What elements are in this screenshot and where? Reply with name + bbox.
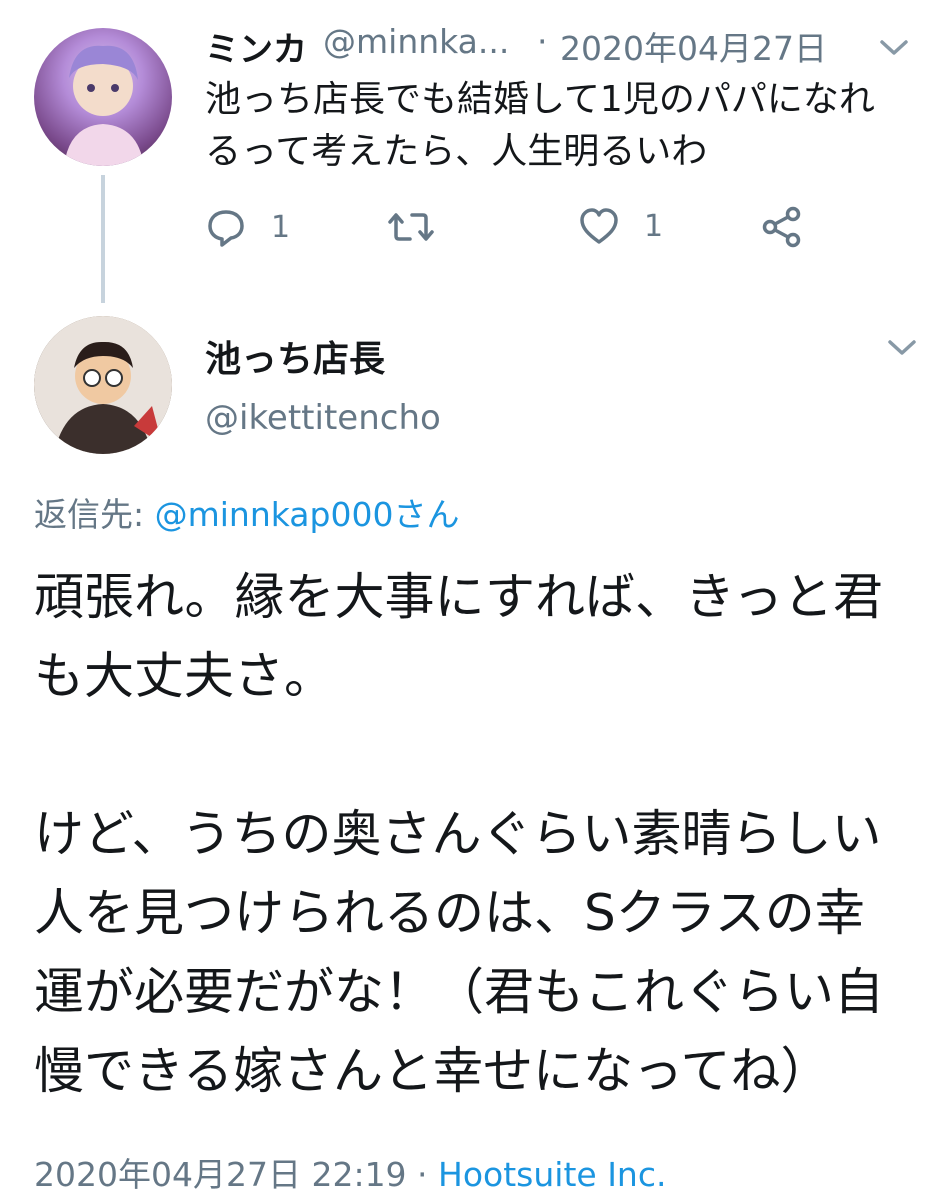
- user-avatar-icon: [34, 316, 172, 454]
- avatar-minka[interactable]: [34, 28, 172, 166]
- tweet-author-handle[interactable]: @ikettitencho: [205, 398, 441, 438]
- reply-count: 1: [271, 209, 291, 245]
- retweet-icon: [388, 213, 434, 241]
- avatar-ikettitencho[interactable]: [34, 316, 172, 454]
- thread-connector: [101, 175, 105, 303]
- tweet-date[interactable]: 2020年04月27日: [560, 22, 827, 70]
- tweet-author-handle[interactable]: @minnka...: [323, 22, 509, 61]
- tweet-footer: 2020年04月27日 22:19 · Hootsuite Inc.: [34, 1148, 666, 1196]
- tweet-body: 頑張れ。縁を大事にすれば、きっと君も大丈夫さ。 けど、うちの奥さんぐらい素晴らし…: [34, 568, 884, 1100]
- tweet-timestamp[interactable]: 2020年04月27日 22:19: [34, 1155, 407, 1194]
- reply-to-label: 返信先:: [34, 495, 155, 534]
- heart-icon: [580, 208, 618, 244]
- reply-to-mention-link[interactable]: @minnkap000さん: [155, 495, 460, 534]
- reply-icon: [208, 210, 244, 247]
- footer-separator: ·: [406, 1155, 439, 1194]
- meta-separator: ·: [537, 22, 548, 61]
- reply-button[interactable]: 1: [205, 206, 290, 248]
- share-button[interactable]: [760, 206, 804, 248]
- like-button[interactable]: 1: [578, 206, 663, 246]
- chevron-down-icon[interactable]: [876, 36, 912, 60]
- retweet-button[interactable]: [388, 206, 458, 248]
- chevron-down-icon[interactable]: [884, 336, 920, 360]
- user-avatar-icon: [64, 45, 144, 166]
- share-icon: [762, 206, 801, 248]
- tweet-source-link[interactable]: Hootsuite Inc.: [438, 1155, 666, 1194]
- like-count: 1: [644, 208, 664, 244]
- tweet-text: 池っち店長でも結婚して1児のパパになれるって考えたら、人生明るいわ: [205, 79, 875, 172]
- reply-to-line: 返信先: @minnkap000さん: [34, 488, 459, 536]
- tweet-author-name[interactable]: ミンカ: [205, 22, 307, 71]
- tweet-author-name[interactable]: 池っち店長: [205, 330, 385, 382]
